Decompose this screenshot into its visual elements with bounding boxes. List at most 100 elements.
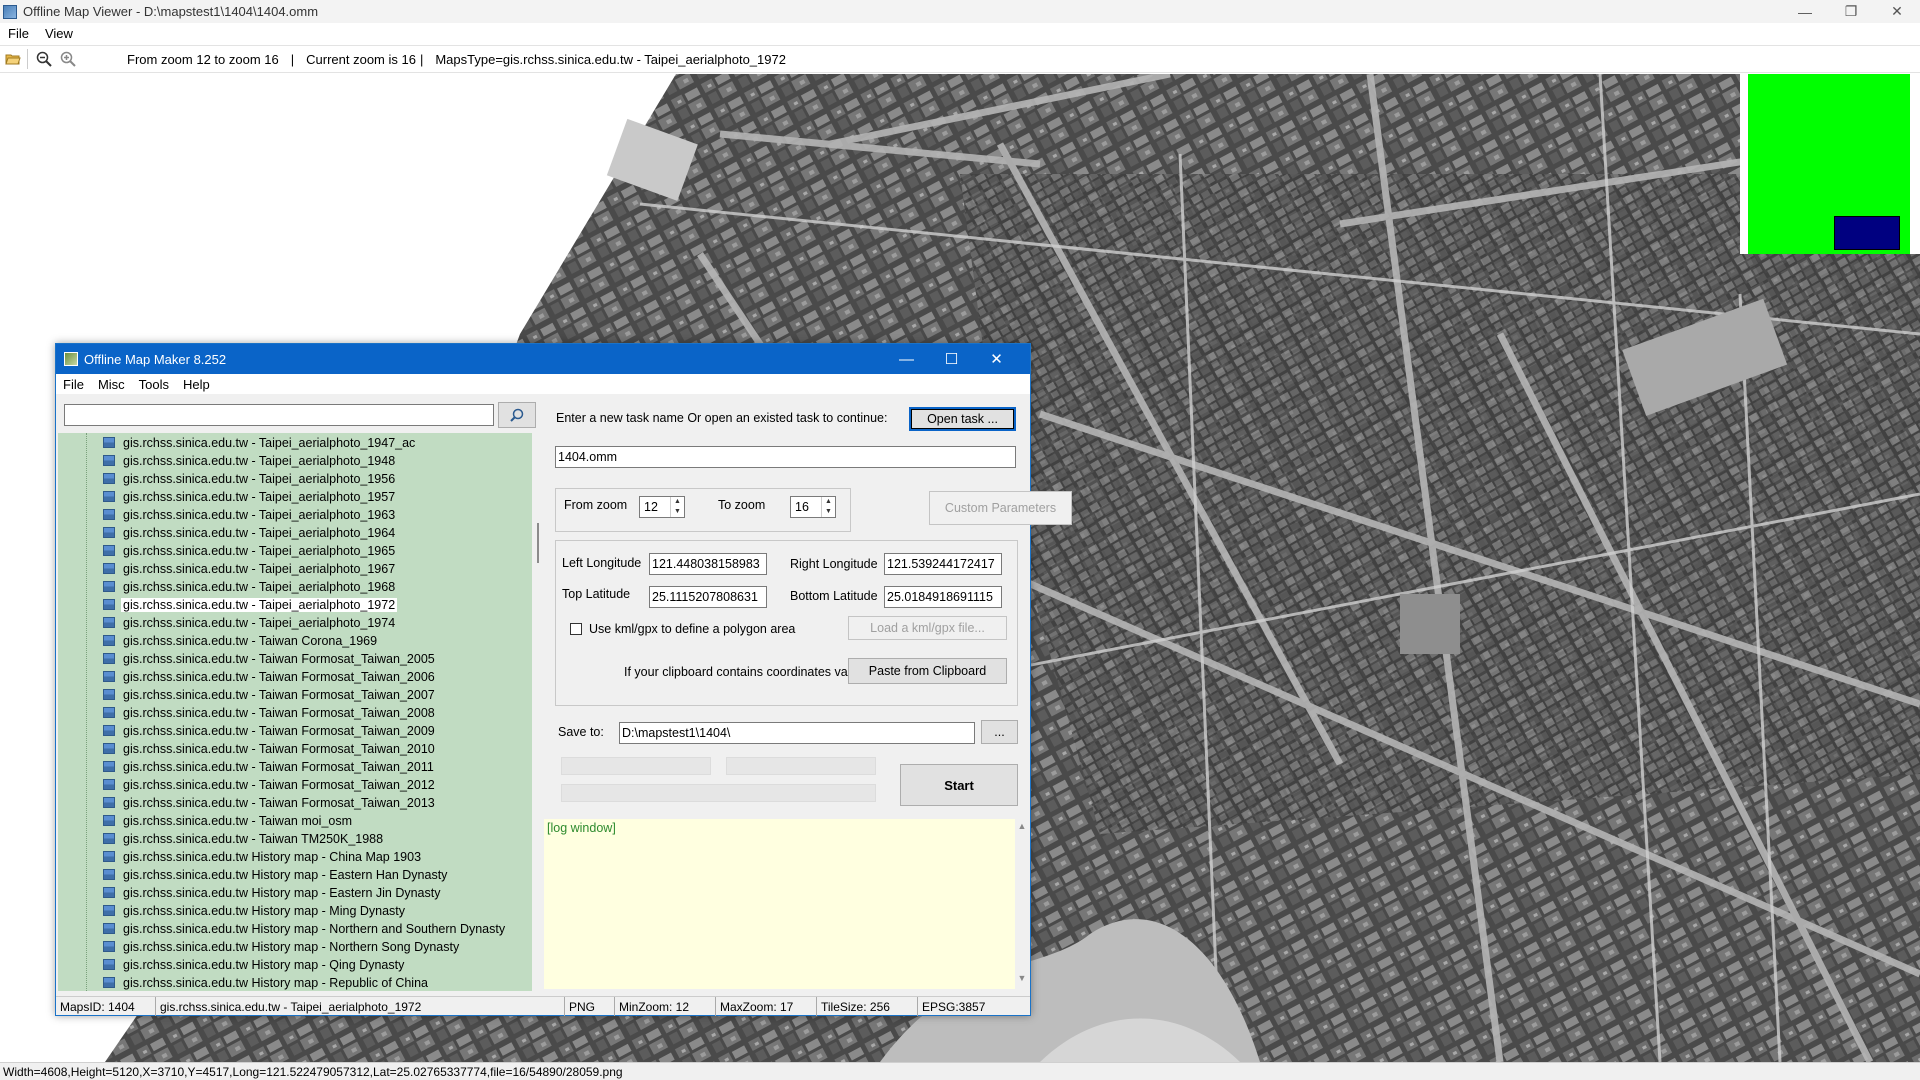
viewer-maximize-icon[interactable]: ❐: [1828, 0, 1874, 23]
tree-item[interactable]: gis.rchss.sinica.edu.tw - Taipei_aerialp…: [58, 452, 532, 470]
viewer-menu-view[interactable]: View: [37, 26, 81, 41]
tree-item[interactable]: gis.rchss.sinica.edu.tw - Taipei_aerialp…: [58, 596, 532, 614]
search-button[interactable]: [498, 402, 536, 428]
top-latitude-input[interactable]: 25.1115207808631: [649, 586, 767, 608]
status-format: PNG: [565, 997, 615, 1016]
viewer-app-icon: [3, 4, 17, 19]
map-layer-icon: [103, 959, 115, 970]
viewer-menu-file[interactable]: File: [0, 26, 37, 41]
maker-titlebar[interactable]: Offline Map Maker 8.252 — ☐ ✕: [56, 344, 1030, 374]
tree-item[interactable]: gis.rchss.sinica.edu.tw - Taiwan TM250K_…: [58, 830, 532, 848]
map-layer-icon: [103, 761, 115, 772]
tree-item[interactable]: gis.rchss.sinica.edu.tw - Taiwan Formosa…: [58, 686, 532, 704]
maker-menu-file[interactable]: File: [56, 377, 91, 392]
tree-item-label: gis.rchss.sinica.edu.tw - Taiwan TM250K_…: [123, 832, 384, 846]
tree-item[interactable]: gis.rchss.sinica.edu.tw - Taiwan Formosa…: [58, 776, 532, 794]
tree-item[interactable]: gis.rchss.sinica.edu.tw History map - Ea…: [58, 884, 532, 902]
from-zoom-spinner[interactable]: 12 ▲ ▼: [639, 496, 685, 518]
tree-item[interactable]: gis.rchss.sinica.edu.tw - Taiwan Formosa…: [58, 704, 532, 722]
viewer-menubar: File View: [0, 23, 1920, 43]
right-longitude-input[interactable]: 121.539244172417: [884, 553, 1002, 575]
viewer-minimize-icon[interactable]: —: [1782, 0, 1828, 23]
tree-item[interactable]: gis.rchss.sinica.edu.tw - Taiwan Formosa…: [58, 758, 532, 776]
log-scrollbar[interactable]: ▲ ▼: [1015, 819, 1029, 989]
maker-menu-tools[interactable]: Tools: [132, 377, 176, 392]
tree-item[interactable]: gis.rchss.sinica.edu.tw History map - No…: [58, 938, 532, 956]
map-layer-icon: [103, 743, 115, 754]
map-layer-icon: [103, 725, 115, 736]
viewer-close-icon[interactable]: ✕: [1874, 0, 1920, 23]
map-layer-icon: [103, 455, 115, 466]
tree-item[interactable]: gis.rchss.sinica.edu.tw History map - Qi…: [58, 956, 532, 974]
tree-item[interactable]: gis.rchss.sinica.edu.tw - Taipei_aerialp…: [58, 488, 532, 506]
folder-open-icon[interactable]: [2, 48, 24, 70]
minimap-viewport-marker[interactable]: [1834, 216, 1900, 250]
paste-clipboard-button[interactable]: Paste from Clipboard: [848, 658, 1007, 684]
tree-item[interactable]: gis.rchss.sinica.edu.tw - Taipei_aerialp…: [58, 434, 532, 452]
map-layer-icon: [103, 509, 115, 520]
tree-item[interactable]: gis.rchss.sinica.edu.tw History map - Ea…: [58, 866, 532, 884]
tree-scrollbar-thumb[interactable]: [537, 523, 539, 563]
tree-item[interactable]: gis.rchss.sinica.edu.tw History map - Mi…: [58, 902, 532, 920]
spinner-arrows-icon[interactable]: ▲ ▼: [670, 497, 684, 517]
zoom-out-icon[interactable]: [33, 48, 55, 70]
viewer-toolbar: From zoom 12 to zoom 16 | Current zoom i…: [0, 45, 1920, 73]
zoom-in-icon[interactable]: [57, 48, 79, 70]
tree-item[interactable]: gis.rchss.sinica.edu.tw - Taipei_aerialp…: [58, 560, 532, 578]
tree-item-label: gis.rchss.sinica.edu.tw History map - Mi…: [123, 904, 406, 918]
tree-item-label: gis.rchss.sinica.edu.tw - Taipei_aerialp…: [123, 616, 396, 630]
tree-item-label: gis.rchss.sinica.edu.tw History map - Qi…: [123, 958, 405, 972]
tree-item[interactable]: gis.rchss.sinica.edu.tw - Taiwan Formosa…: [58, 650, 532, 668]
map-layer-icon: [103, 617, 115, 628]
close-icon[interactable]: ✕: [974, 344, 1019, 374]
map-layer-icon: [103, 779, 115, 790]
tree-item[interactable]: gis.rchss.sinica.edu.tw History map - No…: [58, 920, 532, 938]
tree-item[interactable]: gis.rchss.sinica.edu.tw - Taipei_aerialp…: [58, 614, 532, 632]
use-kml-checkbox[interactable]: [570, 623, 582, 635]
maker-menu-misc[interactable]: Misc: [91, 377, 132, 392]
maximize-icon[interactable]: ☐: [929, 344, 974, 374]
maps-tree[interactable]: gis.rchss.sinica.edu.tw - Taipei_aerialp…: [58, 433, 532, 991]
tree-item-label: gis.rchss.sinica.edu.tw - Taiwan moi_osm: [123, 814, 353, 828]
scroll-down-icon[interactable]: ▼: [1015, 973, 1029, 987]
tree-item[interactable]: gis.rchss.sinica.edu.tw - Taipei_aerialp…: [58, 578, 532, 596]
start-button[interactable]: Start: [900, 764, 1018, 806]
tree-item[interactable]: gis.rchss.sinica.edu.tw - Taipei_aerialp…: [58, 506, 532, 524]
tree-item[interactable]: gis.rchss.sinica.edu.tw - Taiwan Formosa…: [58, 668, 532, 686]
custom-parameters-button[interactable]: Custom Parameters: [929, 491, 1072, 525]
tree-item[interactable]: gis.rchss.sinica.edu.tw - Taipei_aerialp…: [58, 524, 532, 542]
save-to-input[interactable]: D:\mapstest1\1404\: [619, 722, 975, 744]
tree-item[interactable]: gis.rchss.sinica.edu.tw History map - Ch…: [58, 848, 532, 866]
minimize-icon[interactable]: —: [884, 344, 929, 374]
tree-item[interactable]: gis.rchss.sinica.edu.tw - Taiwan Formosa…: [58, 794, 532, 812]
bottom-latitude-label: Bottom Latitude: [790, 589, 878, 603]
maker-menu-help[interactable]: Help: [176, 377, 217, 392]
scroll-up-icon[interactable]: ▲: [1015, 821, 1029, 835]
load-kml-button[interactable]: Load a kml/gpx file...: [848, 616, 1007, 640]
search-icon: [510, 408, 524, 422]
log-window[interactable]: [log window]: [544, 819, 1015, 989]
task-name-input[interactable]: 1404.omm: [555, 446, 1016, 468]
tree-item[interactable]: gis.rchss.sinica.edu.tw - Taipei_aerialp…: [58, 470, 532, 488]
browse-folder-button[interactable]: ...: [981, 720, 1018, 744]
to-zoom-spinner[interactable]: 16 ▲ ▼: [790, 496, 836, 518]
minimap-overview[interactable]: [1740, 74, 1920, 254]
tree-item[interactable]: gis.rchss.sinica.edu.tw - Taiwan Formosa…: [58, 722, 532, 740]
tree-item[interactable]: gis.rchss.sinica.edu.tw - Taiwan Formosa…: [58, 740, 532, 758]
spinner-arrows-icon[interactable]: ▲ ▼: [821, 497, 835, 517]
map-layer-icon: [103, 815, 115, 826]
tree-item[interactable]: gis.rchss.sinica.edu.tw - Taipei_aerialp…: [58, 542, 532, 560]
bottom-latitude-input[interactable]: 25.0184918691115: [884, 586, 1002, 608]
tree-item[interactable]: gis.rchss.sinica.edu.tw History map - Re…: [58, 974, 532, 991]
left-longitude-input[interactable]: 121.448038158983: [649, 553, 767, 575]
tree-item-label: gis.rchss.sinica.edu.tw - Taiwan Formosa…: [123, 670, 435, 684]
current-zoom-text: Current zoom is 16: [306, 51, 416, 67]
tree-item[interactable]: gis.rchss.sinica.edu.tw - Taiwan moi_osm: [58, 812, 532, 830]
open-task-button[interactable]: Open task ...: [909, 407, 1016, 431]
tree-item[interactable]: gis.rchss.sinica.edu.tw - Taiwan Corona_…: [58, 632, 532, 650]
tree-scrollbar[interactable]: [532, 433, 544, 991]
maps-search-input[interactable]: [64, 404, 494, 426]
save-to-label: Save to:: [558, 725, 604, 739]
map-layer-icon: [103, 977, 115, 988]
map-layer-icon: [103, 905, 115, 916]
